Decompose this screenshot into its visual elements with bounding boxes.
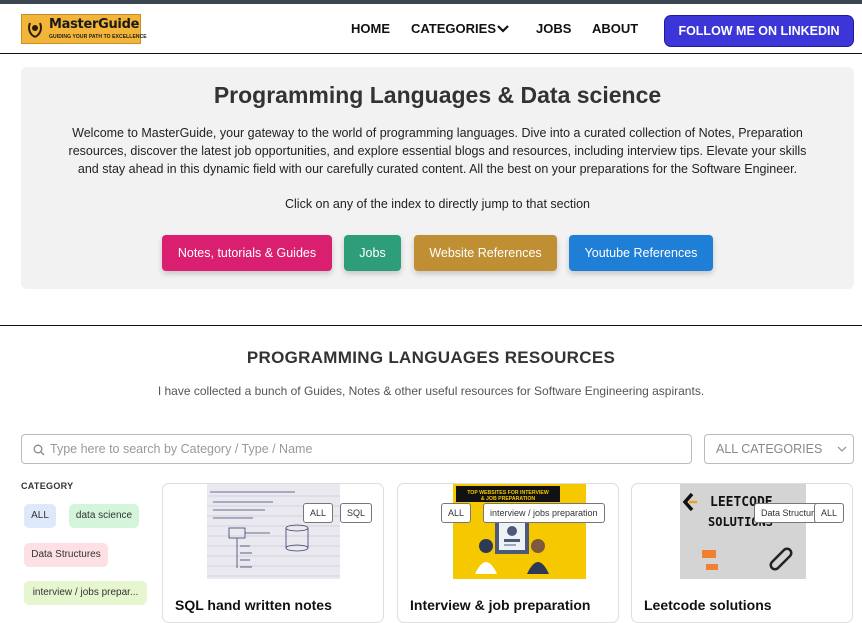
resource-card-leetcode[interactable]: LEETCODE SOLUTIONS Data Structures ALL L…: [631, 483, 853, 623]
resource-card-sql[interactable]: ALL SQL SQL hand written notes: [162, 483, 384, 623]
follow-linkedin-button[interactable]: FOLLOW ME ON LINKEDIN: [664, 15, 854, 47]
svg-text:& JOB PREPARATION: & JOB PREPARATION: [481, 496, 536, 502]
hero-title: Programming Languages & Data science: [213, 82, 662, 108]
chevron-down-icon[interactable]: [496, 24, 510, 34]
leetcode-image: LEETCODE SOLUTIONS: [680, 484, 806, 579]
nav-home[interactable]: HOME: [351, 21, 390, 36]
resource-card-interview[interactable]: TOP WEBSITES FOR INTERVIEW & JOB PREPARA…: [397, 483, 619, 623]
brand-tagline: GUIDING YOUR PATH TO EXCELLENCE: [49, 34, 147, 40]
brand-logo[interactable]: MasterGuide GUIDING YOUR PATH TO EXCELLE…: [21, 14, 147, 44]
card-tag: interview / jobs preparation: [483, 503, 605, 523]
card-tag: SQL: [340, 503, 373, 523]
card-title[interactable]: Interview & job preparation: [410, 597, 590, 613]
hero-description: Welcome to MasterGuide, your gateway to …: [41, 124, 834, 178]
hero-description-line: Welcome to MasterGuide, your gateway to …: [72, 126, 803, 140]
hero-section: Programming Languages & Data science Wel…: [21, 67, 854, 289]
laurel-logo-icon: [28, 22, 42, 38]
card-thumbnail: LEETCODE SOLUTIONS: [680, 484, 806, 579]
card-thumbnail: TOP WEBSITES FOR INTERVIEW & JOB PREPARA…: [453, 484, 586, 579]
resources-subtitle: I have collected a bunch of Guides, Note…: [157, 384, 705, 398]
brand-name: MasterGuide: [49, 17, 140, 32]
category-chip-data-structures[interactable]: Data Structures: [24, 543, 108, 567]
hero-description-line: and stay ahead in this dynamic field wit…: [77, 162, 798, 176]
resources-title: PROGRAMMING LANGUAGES RESOURCES: [246, 348, 616, 367]
section-divider: [0, 325, 862, 326]
card-title[interactable]: SQL hand written notes: [175, 597, 332, 613]
card-tag: ALL: [441, 503, 472, 523]
category-label: CATEGORY: [21, 481, 74, 491]
category-chip-interview[interactable]: interview / jobs prepar...: [24, 581, 147, 605]
chevron-down-icon: [837, 446, 847, 452]
category-select[interactable]: ALL CATEGORIES: [704, 434, 854, 464]
jump-youtube-references-button[interactable]: Youtube References: [569, 235, 713, 271]
hero-hint: Click on any of the index to directly ju…: [284, 197, 591, 211]
category-chip-data-science[interactable]: data science: [69, 504, 139, 528]
jump-jobs-button[interactable]: Jobs: [344, 235, 401, 271]
search-box[interactable]: [21, 434, 692, 464]
nav-jobs[interactable]: JOBS: [536, 21, 571, 36]
interview-illustration-image: TOP WEBSITES FOR INTERVIEW & JOB PREPARA…: [453, 484, 563, 579]
search-icon: [33, 444, 45, 456]
hero-description-line: resources, discover the latest job oppor…: [68, 144, 807, 158]
card-thumbnail: [207, 484, 340, 579]
navbar: MasterGuide GUIDING YOUR PATH TO EXCELLE…: [0, 4, 862, 54]
search-input[interactable]: [50, 439, 680, 459]
nav-about[interactable]: ABOUT: [592, 21, 638, 36]
nav-categories[interactable]: CATEGORIES: [411, 21, 496, 36]
card-tag: ALL: [814, 503, 845, 523]
category-select-value: ALL CATEGORIES: [716, 442, 823, 456]
jump-notes-button[interactable]: Notes, tutorials & Guides: [162, 235, 332, 271]
handwritten-notes-image: [207, 484, 340, 579]
category-chip-all[interactable]: ALL: [24, 504, 56, 528]
card-tag: ALL: [303, 503, 334, 523]
card-title[interactable]: Leetcode solutions: [644, 597, 772, 613]
jump-website-references-button[interactable]: Website References: [414, 235, 557, 271]
